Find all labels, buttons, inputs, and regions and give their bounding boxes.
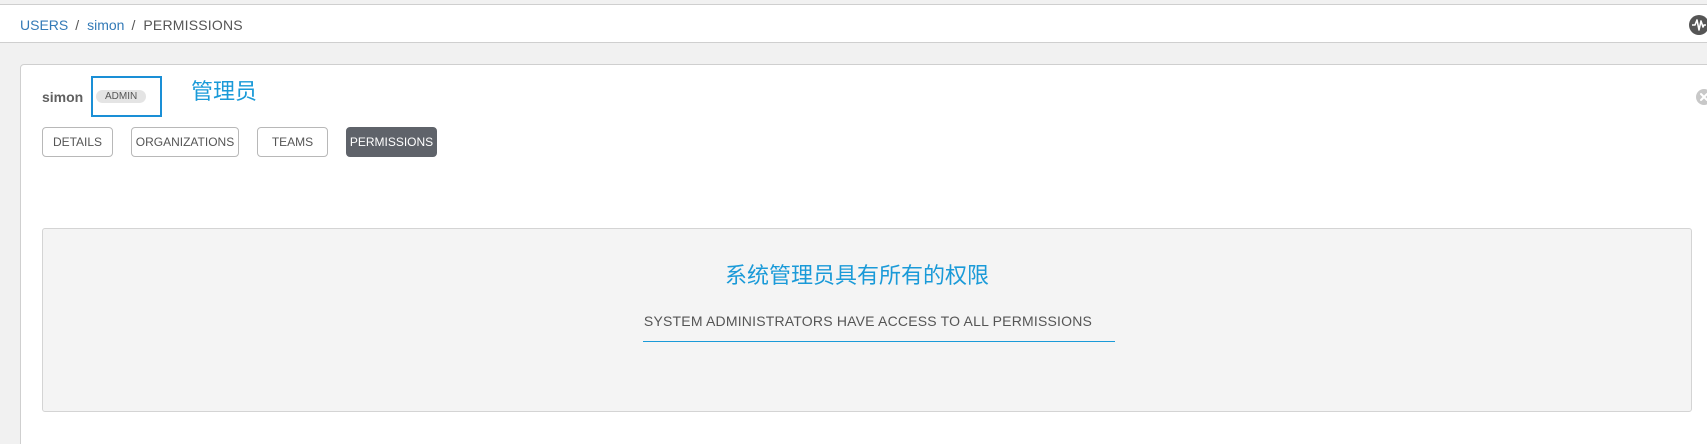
breadcrumb-users-link[interactable]: USERS [20,17,68,33]
tab-organizations[interactable]: ORGANIZATIONS [131,127,239,157]
tab-details[interactable]: DETAILS [42,127,113,157]
breadcrumb: USERS / simon / PERMISSIONS [20,16,243,34]
breadcrumb-separator: / [131,17,136,33]
permissions-notice: 系统管理员具有所有的权限 SYSTEM ADMINISTRATORS HAVE … [42,228,1692,412]
admin-badge: ADMIN [96,90,147,103]
user-name: simon [42,89,84,105]
admin-highlight-box: ADMIN [91,76,162,117]
breadcrumb-user-link[interactable]: simon [87,17,124,33]
tab-teams[interactable]: TEAMS [257,127,328,157]
tab-permissions[interactable]: PERMISSIONS [346,127,437,157]
breadcrumb-separator: / [75,17,80,33]
notice-annotation: 系统管理员具有所有的权限 [724,264,989,289]
breadcrumb-current: PERMISSIONS [143,17,243,33]
breadcrumb-bar: USERS / simon / PERMISSIONS [0,4,1707,43]
close-icon[interactable] [1696,89,1707,105]
notice-text: SYSTEM ADMINISTRATORS HAVE ACCESS TO ALL… [643,313,1093,329]
notice-underline [643,341,1115,342]
admin-annotation: 管理员 [191,80,258,105]
page: USERS / simon / PERMISSIONS simon ADMIN 管理员 … [0,0,1707,444]
activity-stream-icon[interactable] [1689,15,1707,35]
user-permissions-panel: simon ADMIN 管理员 DETAILS ORGANIZATIONS TE… [20,64,1707,444]
